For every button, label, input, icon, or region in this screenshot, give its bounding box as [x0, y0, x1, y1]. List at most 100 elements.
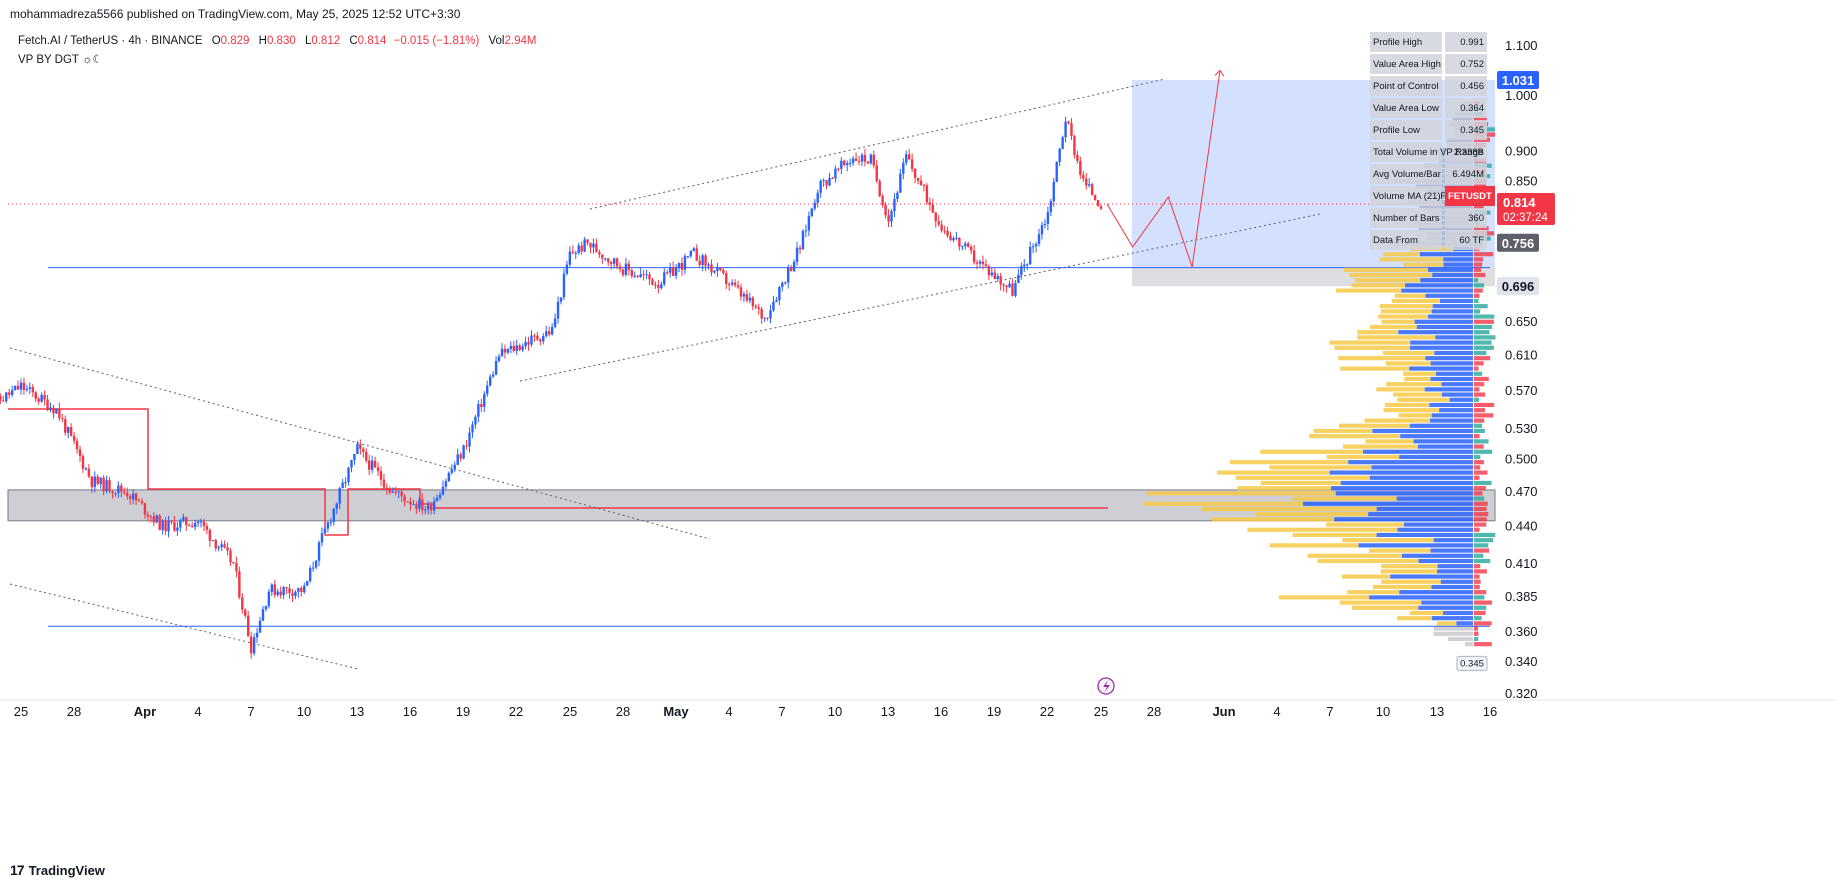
candle-body — [769, 310, 772, 319]
candle-body — [831, 177, 834, 179]
candle-body — [928, 202, 932, 205]
candle-body — [229, 550, 232, 563]
volume-profile-bar — [1339, 600, 1422, 605]
price-tick-label: 0.320 — [1505, 686, 1538, 701]
candle-body — [223, 544, 226, 548]
stats-label: Data From — [1373, 235, 1418, 246]
volume-profile-bar — [1369, 475, 1473, 480]
volume-delta-bar — [1474, 595, 1485, 600]
volume-profile-bar — [1449, 397, 1473, 402]
candle-body — [317, 542, 321, 561]
candle-body — [415, 504, 418, 509]
volume-profile-bar — [1413, 439, 1473, 444]
volume-profile-bar — [1342, 538, 1434, 543]
price-tick-label: 0.530 — [1505, 421, 1538, 436]
candle-body — [943, 230, 946, 232]
candle-body — [459, 454, 462, 459]
candle-body — [624, 263, 628, 275]
candle-body — [825, 180, 828, 186]
candle-body — [869, 154, 873, 164]
price-chart[interactable]: Profile High 0.991 Value Area High 0.752 Poi… — [0, 22, 1835, 862]
candle-body — [273, 584, 276, 595]
time-tick-label: 4 — [1273, 704, 1280, 719]
candle-body — [190, 525, 194, 528]
volume-delta-bar — [1474, 252, 1494, 257]
volume-profile-bar — [1212, 517, 1335, 522]
volume-profile-bar — [1443, 262, 1473, 267]
candle-body — [913, 168, 917, 178]
volume-profile-bar — [1351, 283, 1406, 288]
candle-body — [152, 516, 155, 523]
candle-body — [958, 237, 961, 247]
time-tick-label: 7 — [778, 704, 785, 719]
candle-body — [890, 211, 893, 222]
candle-body — [270, 584, 274, 592]
volume-profile-bar — [1430, 548, 1473, 553]
candle-body — [798, 247, 802, 250]
candle-body — [326, 522, 330, 529]
candle-body — [967, 243, 970, 247]
candle-body — [955, 237, 958, 239]
volume-profile-bar — [1317, 558, 1419, 564]
channel-lower-trendline[interactable] — [519, 213, 1321, 382]
volume-profile-bar — [1417, 444, 1473, 449]
volume-delta-bar — [1474, 272, 1486, 278]
volume-delta-bar — [1474, 402, 1495, 408]
candle-body — [199, 521, 203, 523]
candle-body — [453, 464, 456, 470]
candle-body — [400, 491, 403, 497]
candle-body — [527, 341, 530, 345]
candle-body — [751, 297, 755, 307]
candle-body — [739, 287, 743, 297]
tradingview-logo-icon: 17 — [10, 862, 25, 878]
candle-body — [128, 496, 132, 500]
candle-body — [480, 404, 483, 407]
candle-body — [314, 560, 318, 568]
volume-profile-bar — [1331, 486, 1473, 491]
candle-body — [1096, 199, 1100, 207]
volume-profile-bar — [1326, 454, 1400, 460]
volume-delta-bar — [1474, 506, 1487, 512]
volume-profile-bar — [1336, 288, 1402, 293]
candle-body — [910, 159, 914, 169]
price-tick-label: 0.440 — [1505, 519, 1538, 534]
candle-body — [1082, 175, 1085, 179]
candle-body — [202, 521, 206, 527]
candle-body — [235, 562, 238, 572]
candle-body — [651, 279, 654, 285]
candle-body — [276, 591, 279, 595]
volume-profile-bar — [1292, 496, 1397, 501]
candle-body — [854, 158, 858, 161]
candle-body — [108, 480, 111, 492]
volume-delta-bar — [1474, 626, 1479, 631]
candle-body — [772, 301, 775, 311]
candle-body — [692, 248, 695, 251]
price-tick-label: 0.340 — [1505, 654, 1538, 669]
candle-body — [93, 476, 96, 488]
volume-profile-bar — [1432, 304, 1473, 309]
candle-body — [704, 255, 707, 266]
candle-body — [671, 267, 675, 276]
price-tick-label: 0.850 — [1505, 173, 1538, 188]
volume-delta-bar — [1474, 475, 1480, 480]
volume-profile-bar — [1428, 267, 1473, 272]
candle-body — [810, 208, 814, 216]
candle-body — [173, 522, 176, 531]
candle-body — [589, 242, 592, 248]
volume-delta-bar — [1474, 366, 1479, 371]
candle-body — [860, 154, 864, 162]
candle-body — [627, 263, 631, 271]
tradingview-footer[interactable]: 17 TradingView — [10, 862, 105, 878]
candle-body — [373, 460, 377, 468]
candle-body — [828, 177, 831, 186]
candle-body — [488, 376, 492, 386]
candle-body — [120, 485, 123, 492]
channel-upper-trendline[interactable] — [589, 78, 1166, 210]
candle-body — [1070, 123, 1073, 137]
candle-body — [719, 267, 722, 271]
volume-profile-bar — [1441, 382, 1473, 387]
candle-body — [524, 341, 527, 347]
volume-profile-bar — [1403, 371, 1436, 376]
candle-body — [822, 180, 825, 182]
volume-profile-bar — [1418, 605, 1473, 610]
